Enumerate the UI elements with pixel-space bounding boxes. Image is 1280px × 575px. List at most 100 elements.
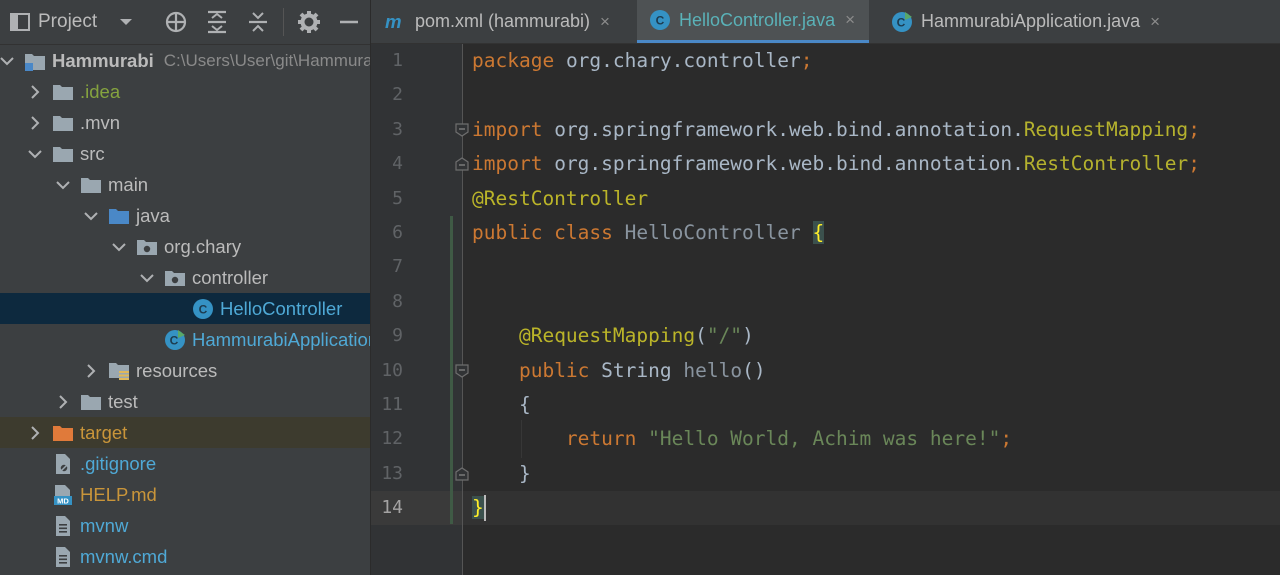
tree-item-src[interactable]: src	[0, 138, 370, 169]
tree-item-label: resources	[136, 359, 218, 381]
svg-text:C: C	[897, 15, 906, 29]
tab-label: pom.xml (hammurabi)	[415, 11, 591, 31]
folder-icon	[80, 391, 102, 413]
line-number: 13	[381, 463, 403, 484]
tree-item-controller[interactable]: controller	[0, 262, 370, 293]
globe-target-icon[interactable]	[163, 9, 189, 35]
chevron-down-icon	[119, 17, 133, 27]
code-line-9[interactable]: @RequestMapping("/")	[472, 319, 754, 353]
project-path: C:\Users\User\git\Hammurabi	[163, 50, 370, 70]
project-view-title: Project	[38, 11, 98, 32]
tree-item-label: java	[136, 204, 170, 226]
chevron-down-icon[interactable]	[56, 169, 70, 200]
code-line-6[interactable]: public class HelloController {	[472, 216, 825, 250]
tree-item-resources[interactable]: resources	[0, 355, 370, 386]
text-caret	[484, 495, 486, 521]
tab-hellocontroller-java[interactable]: C HelloController.java ×	[637, 0, 870, 43]
tree-item-mvnw[interactable]: mvnw	[0, 510, 370, 541]
package-icon	[136, 236, 158, 258]
chevron-down-icon[interactable]	[0, 45, 14, 76]
chevron-right-icon[interactable]	[28, 107, 42, 138]
code-line-3[interactable]: import org.springframework.web.bind.anno…	[472, 113, 1200, 147]
tree-item-help-md[interactable]: MD HELP.md	[0, 479, 370, 510]
line-number: 2	[392, 84, 403, 105]
tree-item-label: HELP.md	[80, 483, 157, 505]
line-number: 14	[381, 497, 403, 518]
project-view-selector[interactable]: Project	[10, 9, 133, 35]
source-folder-icon	[108, 205, 130, 227]
module-folder-icon	[24, 50, 46, 72]
tree-item-label: org.chary	[164, 235, 242, 257]
unfold-icon[interactable]	[455, 157, 469, 171]
text-file-icon	[52, 546, 74, 568]
code-line-10[interactable]: public String hello()	[472, 354, 766, 388]
line-number: 7	[392, 256, 403, 277]
fold-icon[interactable]	[455, 364, 469, 378]
tree-item-mvnw-cmd[interactable]: mvnw.cmd	[0, 541, 370, 572]
close-icon[interactable]: ×	[1150, 12, 1160, 32]
tree-item-main[interactable]: main	[0, 169, 370, 200]
code-line-13[interactable]: }	[472, 457, 531, 491]
tree-item-label: target	[80, 421, 128, 443]
tree-item-label: main	[108, 173, 149, 195]
chevron-right-icon[interactable]	[28, 417, 42, 448]
fold-icon[interactable]	[455, 123, 469, 137]
tree-item-label: test	[108, 390, 138, 412]
tree-item-hammurabi[interactable]: Hammurabi C:\Users\User\git\Hammurabi	[0, 45, 370, 76]
tab-hammurabiapplication-java[interactable]: C HammurabiApplication.java ×	[891, 0, 1160, 43]
chevron-down-icon[interactable]	[140, 262, 154, 293]
line-number: 5	[392, 188, 403, 209]
tab-label: HammurabiApplication.java	[921, 11, 1141, 31]
tree-item-hammurabiapplication[interactable]: C HammurabiApplication	[0, 324, 370, 355]
expand-all-icon[interactable]	[204, 9, 230, 35]
minimize-icon[interactable]	[336, 9, 362, 35]
line-number: 1	[392, 50, 403, 71]
vcs-change-marker[interactable]	[450, 216, 453, 524]
editor-area: m pom.xml (hammurabi) × C HelloControlle…	[371, 0, 1280, 575]
toolbar-separator	[283, 8, 284, 36]
tree-item-idea[interactable]: .idea	[0, 76, 370, 107]
code-line-1[interactable]: package org.chary.controller;	[472, 44, 813, 78]
project-panel: Project Hammurabi C:\Users\User\git\Hamm…	[0, 0, 370, 575]
tree-item-test[interactable]: test	[0, 386, 370, 417]
tree-item-label: src	[80, 142, 105, 164]
line-number: 8	[392, 291, 403, 312]
svg-text:C: C	[656, 14, 665, 28]
close-icon[interactable]: ×	[600, 12, 610, 32]
line-number: 4	[392, 153, 403, 174]
java-class-icon: C	[649, 9, 671, 31]
collapse-all-icon[interactable]	[245, 9, 271, 35]
code-line-14[interactable]: }	[472, 491, 484, 525]
line-number: 10	[381, 360, 403, 381]
code-line-11[interactable]: {	[472, 388, 531, 422]
unfold-icon[interactable]	[455, 467, 469, 481]
tab-pom-xml[interactable]: m pom.xml (hammurabi) ×	[385, 0, 610, 43]
chevron-right-icon[interactable]	[56, 386, 70, 417]
tab-label: HelloController.java	[679, 9, 836, 30]
svg-text:C: C	[170, 333, 179, 347]
tree-item-org-chary[interactable]: org.chary	[0, 231, 370, 262]
code-line-4[interactable]: import org.springframework.web.bind.anno…	[472, 147, 1200, 181]
code-line-12[interactable]: return "Hello World, Achim was here!";	[472, 422, 1012, 456]
gear-icon[interactable]	[296, 9, 322, 35]
chevron-down-icon[interactable]	[112, 231, 126, 262]
tree-item-label: .gitignore	[80, 452, 157, 474]
close-icon[interactable]: ×	[845, 10, 855, 30]
tree-item-label: Hammurabi	[52, 49, 154, 71]
editor-tab-bar: m pom.xml (hammurabi) × C HelloControlle…	[371, 0, 1280, 44]
tree-item-label: mvnw	[80, 514, 129, 536]
tree-item-mvn[interactable]: .mvn	[0, 107, 370, 138]
current-line-highlight	[463, 491, 1280, 525]
chevron-down-icon[interactable]	[84, 200, 98, 231]
chevron-down-icon[interactable]	[28, 138, 42, 169]
tree-item-java[interactable]: java	[0, 200, 370, 231]
tree-item-target[interactable]: target	[0, 417, 370, 448]
tree-item-gitignore[interactable]: .gitignore	[0, 448, 370, 479]
excluded-folder-icon	[52, 422, 74, 444]
chevron-right-icon[interactable]	[28, 76, 42, 107]
tree-item-label: HammurabiApplication	[192, 328, 370, 350]
tree-item-label: mvnw.cmd	[80, 545, 168, 567]
tree-item-hellocontroller[interactable]: C HelloController	[0, 293, 370, 324]
chevron-right-icon[interactable]	[84, 355, 98, 386]
code-line-5[interactable]: @RestController	[472, 182, 648, 216]
